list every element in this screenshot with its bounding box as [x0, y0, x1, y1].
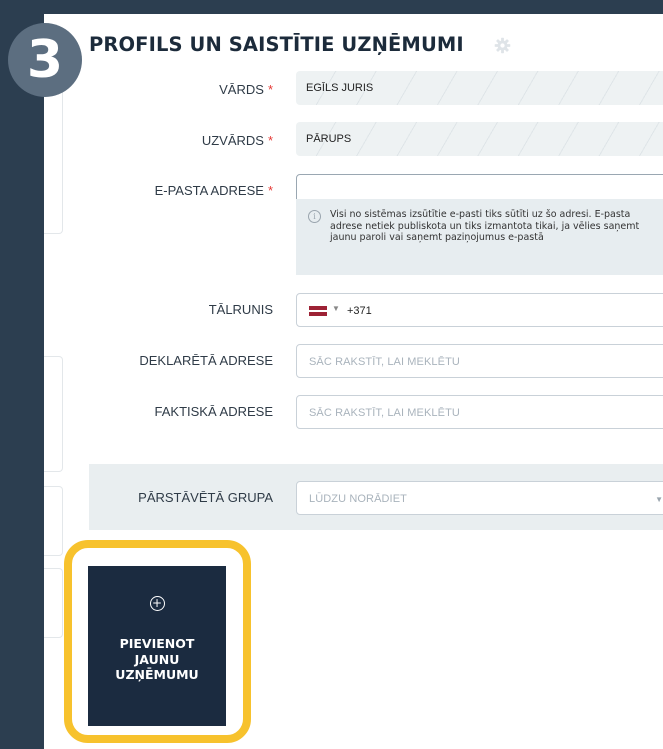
- represented-group-label: PĀRSTĀVĒTĀ GRUPA: [138, 490, 273, 505]
- plus-circle-icon: +: [149, 596, 165, 611]
- section-title: PROFILS UN SAISTĪTIE UZŅĒMUMI: [89, 33, 464, 56]
- add-company-label-line: UZŅĒMUMU: [115, 667, 199, 682]
- add-company-label-line: PIEVIENOT: [119, 636, 195, 651]
- last-name-label: UZVĀRDS *: [202, 133, 273, 148]
- last-name-value: PĀRUPS: [306, 133, 352, 145]
- required-asterisk: *: [267, 183, 273, 198]
- background-card: [44, 356, 63, 472]
- phone-input[interactable]: ▼ +371: [296, 293, 663, 327]
- required-asterisk: *: [267, 82, 273, 97]
- last-name-field[interactable]: PĀRUPS: [296, 122, 663, 156]
- declared-address-input[interactable]: SĀC RAKSTĪT, LAI MEKLĒTU: [296, 344, 663, 378]
- represented-group-selected: LŪDZU NORĀDIET: [309, 493, 407, 505]
- app-background: [0, 0, 44, 749]
- first-name-value: EGĪLS JURIS: [306, 82, 374, 94]
- actual-address-input[interactable]: SĀC RAKSTĪT, LAI MEKLĒTU: [296, 395, 663, 429]
- add-company-label-line: JAUNU: [134, 651, 180, 667]
- phone-label: TĀLRUNIS: [208, 302, 273, 317]
- gear-icon[interactable]: [494, 37, 511, 54]
- actual-address-placeholder: SĀC RAKSTĪT, LAI MEKLĒTU: [309, 407, 460, 419]
- last-name-label-text: UZVĀRDS: [201, 133, 264, 148]
- add-company-label: PIEVIENOT JAUNU UZŅĒMUMU: [88, 636, 226, 683]
- background-card: [44, 486, 63, 556]
- email-label: E-PASTA ADRESE *: [155, 183, 273, 198]
- info-icon: i: [308, 210, 321, 223]
- declared-address-label: DEKLARĒTĀ ADRESE: [139, 353, 273, 368]
- actual-address-label: FAKTISKĀ ADRESE: [154, 404, 274, 419]
- represented-group-select[interactable]: LŪDZU NORĀDIET ▼: [296, 481, 663, 515]
- email-hint: i Visi no sistēmas izsūtītie e-pasti tik…: [296, 199, 663, 275]
- step-number-badge: 3: [8, 23, 82, 97]
- latvia-flag-icon[interactable]: [309, 306, 327, 316]
- declared-address-placeholder: SĀC RAKSTĪT, LAI MEKLĒTU: [309, 356, 460, 368]
- dial-code: +371: [347, 305, 372, 317]
- background-card: [44, 568, 63, 638]
- chevron-down-icon: ▼: [655, 495, 663, 504]
- add-company-button[interactable]: + PIEVIENOT JAUNU UZŅĒMUMU: [88, 566, 226, 726]
- email-hint-text: Visi no sistēmas izsūtītie e-pasti tiks …: [330, 209, 640, 243]
- first-name-label-text: VĀRDS: [219, 82, 264, 97]
- first-name-field[interactable]: EGĪLS JURIS: [296, 71, 663, 105]
- required-asterisk: *: [267, 133, 273, 148]
- email-label-text: E-PASTA ADRESE: [154, 183, 264, 198]
- chevron-down-icon[interactable]: ▼: [332, 304, 340, 313]
- first-name-label: VĀRDS *: [219, 82, 273, 97]
